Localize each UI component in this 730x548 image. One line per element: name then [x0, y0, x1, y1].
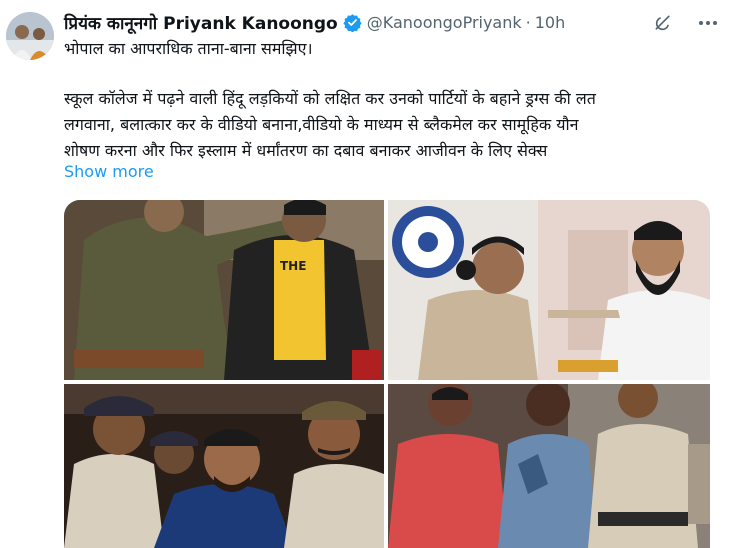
verified-badge-icon — [343, 13, 362, 32]
header-separator: · — [525, 12, 531, 32]
avatar-image — [6, 12, 54, 60]
media-image-1[interactable]: THE — [64, 200, 384, 380]
tweet-header: प्रियंक कानूनगो Priyank Kanoongo @Kanoon… — [64, 10, 565, 34]
media-grid: THE — [64, 200, 710, 548]
shirt-text: THE — [280, 259, 306, 273]
tweet-first-line: भोपाल का आपराधिक ताना-बाना समझिए। — [64, 39, 313, 58]
tweet-body-line: लगवाना, बलात्कार कर के वीडियो बनाना,वीडि… — [64, 115, 579, 134]
tweet-body-line: स्कूल कॉलेज में पढ़ने वाली हिंदू लड़कियो… — [64, 89, 596, 108]
media-image-4[interactable] — [388, 384, 710, 548]
tweet-time[interactable]: 10h — [535, 13, 566, 32]
media-image-3[interactable] — [64, 384, 384, 548]
author-name[interactable]: प्रियंक कानूनगो Priyank Kanoongo — [64, 11, 338, 34]
grok-icon[interactable] — [652, 12, 674, 34]
tweet-body-line: शोषण करना और फिर इस्लाम में धर्मांतरण का… — [64, 141, 548, 160]
show-more-link[interactable]: Show more — [64, 162, 154, 181]
avatar[interactable] — [6, 12, 54, 60]
more-options-icon[interactable] — [696, 12, 720, 34]
media-image-2[interactable] — [388, 200, 710, 380]
tweet-body: स्कूल कॉलेज में पढ़ने वाली हिंदू लड़कियो… — [64, 86, 714, 164]
author-handle[interactable]: @KanoongoPriyank — [367, 13, 522, 32]
